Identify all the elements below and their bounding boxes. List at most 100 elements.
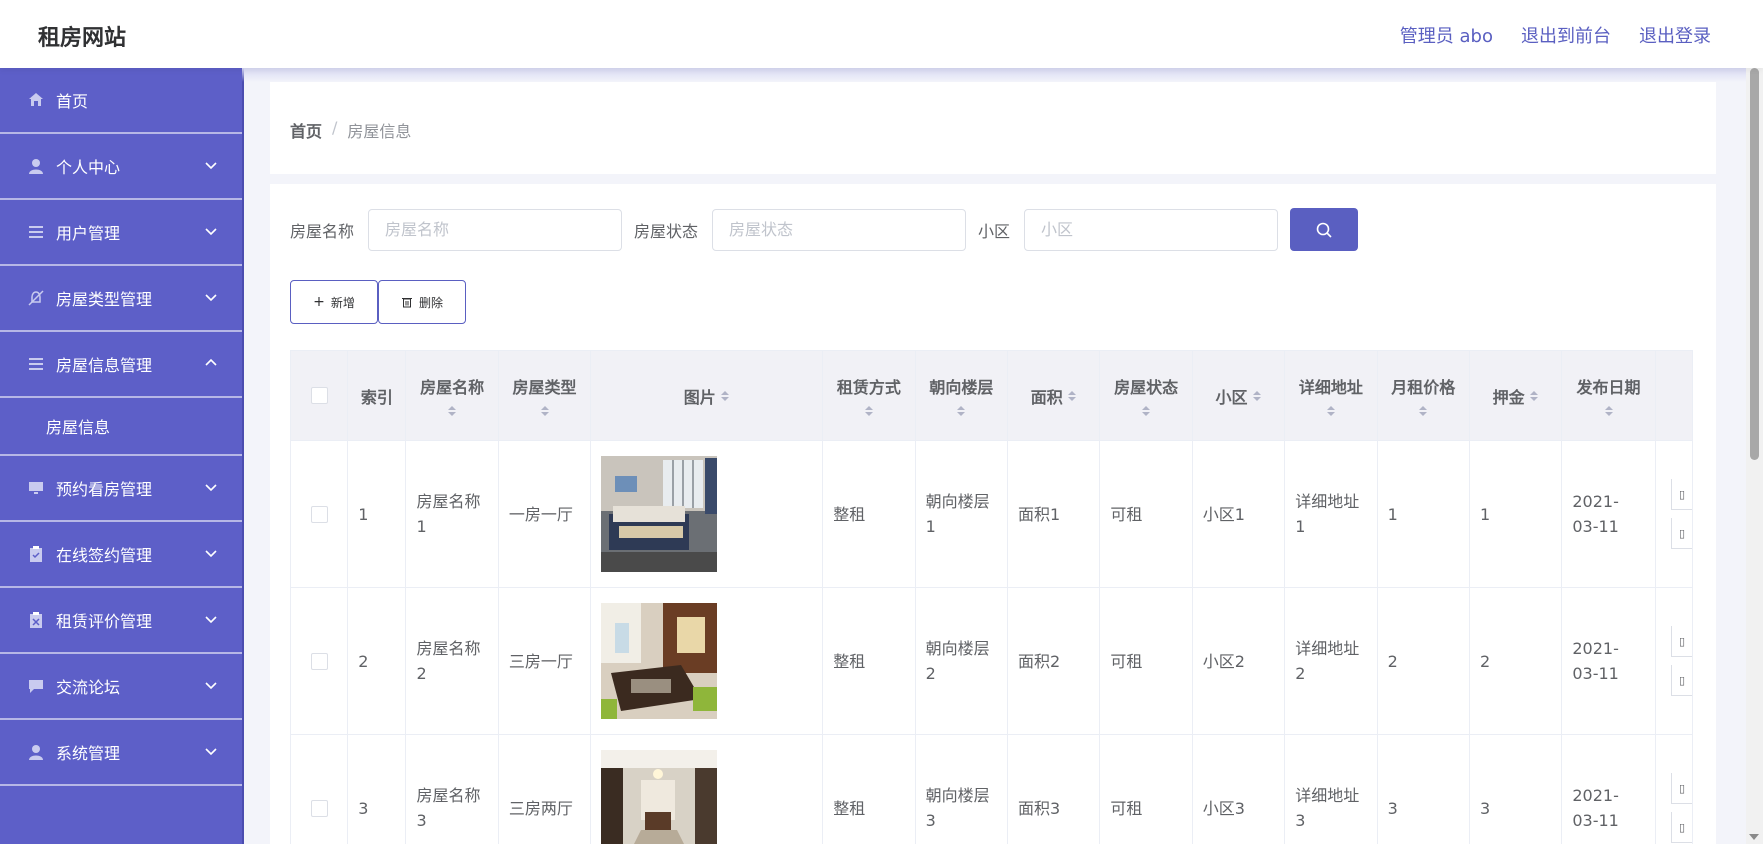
edit-button[interactable]: ▯ [1671,773,1692,804]
column-header[interactable]: 租赁方式 [822,350,916,441]
list-icon [26,354,46,374]
house-type-cell: 三房两厅 [497,734,592,844]
house-photo-hallway[interactable] [601,750,718,844]
page-scrollbar[interactable] [1746,68,1763,844]
chevron-down-icon [205,294,217,302]
column-header[interactable]: 房屋状态 [1099,350,1193,441]
trash-icon [401,298,412,308]
row-delete-button[interactable]: ▯ [1671,665,1692,696]
sidebar-item-personal-center[interactable]: 个人中心 [0,134,242,200]
logout-link[interactable]: 退出登录 [1639,22,1711,48]
sidebar-item-house-type-management[interactable]: 房屋类型管理 [0,266,242,332]
column-header[interactable]: 图片 [590,350,824,441]
delete-button[interactable]: 删除 [378,280,466,324]
house-name-cell: 房屋名称2 [405,587,499,735]
house-table: 索引 房屋名称 房屋类型 图片 租赁方式 朝向楼层 面积 房屋状态 小区 详细地… [290,350,1695,844]
community-cell: 小区3 [1191,734,1286,844]
sort-icon[interactable] [720,389,730,403]
select-all-checkbox[interactable] [310,387,328,404]
column-header[interactable]: 月租价格 [1376,350,1470,441]
column-header[interactable]: 发布日期 [1561,350,1656,441]
sidebar-item-house-info-management[interactable]: 房屋信息管理 [0,332,242,398]
sidebar-item-viewing-appointment[interactable]: 预约看房管理 [0,456,242,522]
sort-icon[interactable] [540,404,550,418]
sort-icon[interactable] [1326,404,1336,418]
scroll-down-arrow-icon[interactable] [1749,834,1759,840]
sort-icon[interactable] [1141,404,1151,418]
column-header-label: 面积 [1030,387,1063,407]
chevron-down-icon [205,484,217,492]
sort-icon[interactable] [1418,404,1428,418]
price-cell: 2 [1376,587,1470,735]
house-name-input[interactable] [368,208,623,251]
delete-button-label: 删除 [418,295,443,310]
sidebar-item-label: 交流论坛 [56,678,121,697]
column-header[interactable]: 房屋名称 [405,350,499,441]
admin-user-link[interactable]: 管理员 abo [1400,22,1493,48]
date-cell: 2021-03-11 [1561,587,1656,735]
clipboard-icon [26,544,46,564]
sort-icon[interactable] [1252,389,1262,403]
column-header[interactable]: 朝向楼层 [914,350,1009,441]
deposit-cell: 2 [1468,587,1563,735]
breadcrumb-card: 首页 / 房屋信息 [270,82,1716,174]
house-status-input[interactable] [712,208,967,251]
price-cell: 1 [1376,440,1470,588]
main-content: 首页 / 房屋信息 房屋名称 房屋状态 小区 + 新增 删除 [242,68,1746,844]
sort-icon[interactable] [1604,404,1614,418]
column-header[interactable]: 房屋类型 [497,350,592,441]
index-cell: 2 [347,587,407,735]
row-checkbox[interactable] [310,799,328,817]
row-checkbox[interactable] [310,505,328,523]
user-icon [26,156,46,176]
column-header[interactable]: 押金 [1468,350,1563,441]
sidebar-item-user-management[interactable]: 用户管理 [0,200,242,266]
status-cell: 可租 [1099,734,1193,844]
edit-button[interactable]: ▯ [1671,626,1692,657]
sort-icon[interactable] [447,404,457,418]
column-header[interactable]: 详细地址 [1284,350,1378,441]
community-input[interactable] [1024,208,1279,251]
add-button[interactable]: + 新增 [290,280,378,324]
date-cell: 2021-03-11 [1561,734,1656,844]
row-checkbox[interactable] [310,652,328,670]
breadcrumb-current: 房屋信息 [347,122,412,141]
column-header[interactable]: 小区 [1191,350,1286,441]
sidebar-item-rental-review[interactable]: 租赁评价管理 [0,588,242,654]
column-header-label: 朝向楼层 [929,377,994,397]
house-photo-dining[interactable] [601,603,718,719]
sort-icon[interactable] [1529,389,1539,403]
add-button-label: 新增 [330,295,355,310]
breadcrumb-separator: / [332,118,338,137]
sidebar-item-label: 在线签约管理 [56,546,153,565]
bell-off-icon [26,288,46,308]
sort-icon[interactable] [864,404,874,418]
search-button[interactable] [1290,208,1359,251]
chevron-down-icon [205,682,217,690]
sort-icon[interactable] [1067,389,1077,403]
row-delete-button[interactable]: ▯ [1671,812,1692,843]
back-to-frontend-link[interactable]: 退出到前台 [1521,22,1611,48]
column-header[interactable]: 面积 [1007,350,1101,441]
sidebar-item-system-management[interactable]: 系统管理 [0,720,242,786]
top-bar: 租房网站 管理员 abo 退出到前台 退出登录 [0,0,1763,68]
action-bar: + 新增 删除 [290,280,466,324]
sort-icon[interactable] [956,404,966,418]
clipboard-x-icon [26,610,46,630]
area-cell: 面积1 [1007,440,1101,588]
house-photo-bedroom[interactable] [601,456,718,572]
sidebar-item-online-contract[interactable]: 在线签约管理 [0,522,242,588]
chevron-down-icon [205,228,217,236]
table-row: 2 房屋名称2 三房一厅 整租 朝向楼层2 面积2 可租 小区2 详细地址2 2… [290,587,1694,735]
chevron-down-icon [205,616,217,624]
house-name-cell: 房屋名称1 [405,440,499,588]
sidebar-subitem-house-info[interactable]: 房屋信息 [0,398,242,456]
sidebar-item-forum[interactable]: 交流论坛 [0,654,242,720]
edit-button[interactable]: ▯ [1671,479,1692,510]
sidebar-item-label: 房屋信息管理 [56,356,153,375]
scrollbar-thumb[interactable] [1750,68,1759,460]
breadcrumb-home[interactable]: 首页 [290,118,322,142]
row-delete-button[interactable]: ▯ [1671,518,1692,549]
sidebar-item-home[interactable]: 首页 [0,68,242,134]
column-header-label: 月租价格 [1391,377,1456,397]
